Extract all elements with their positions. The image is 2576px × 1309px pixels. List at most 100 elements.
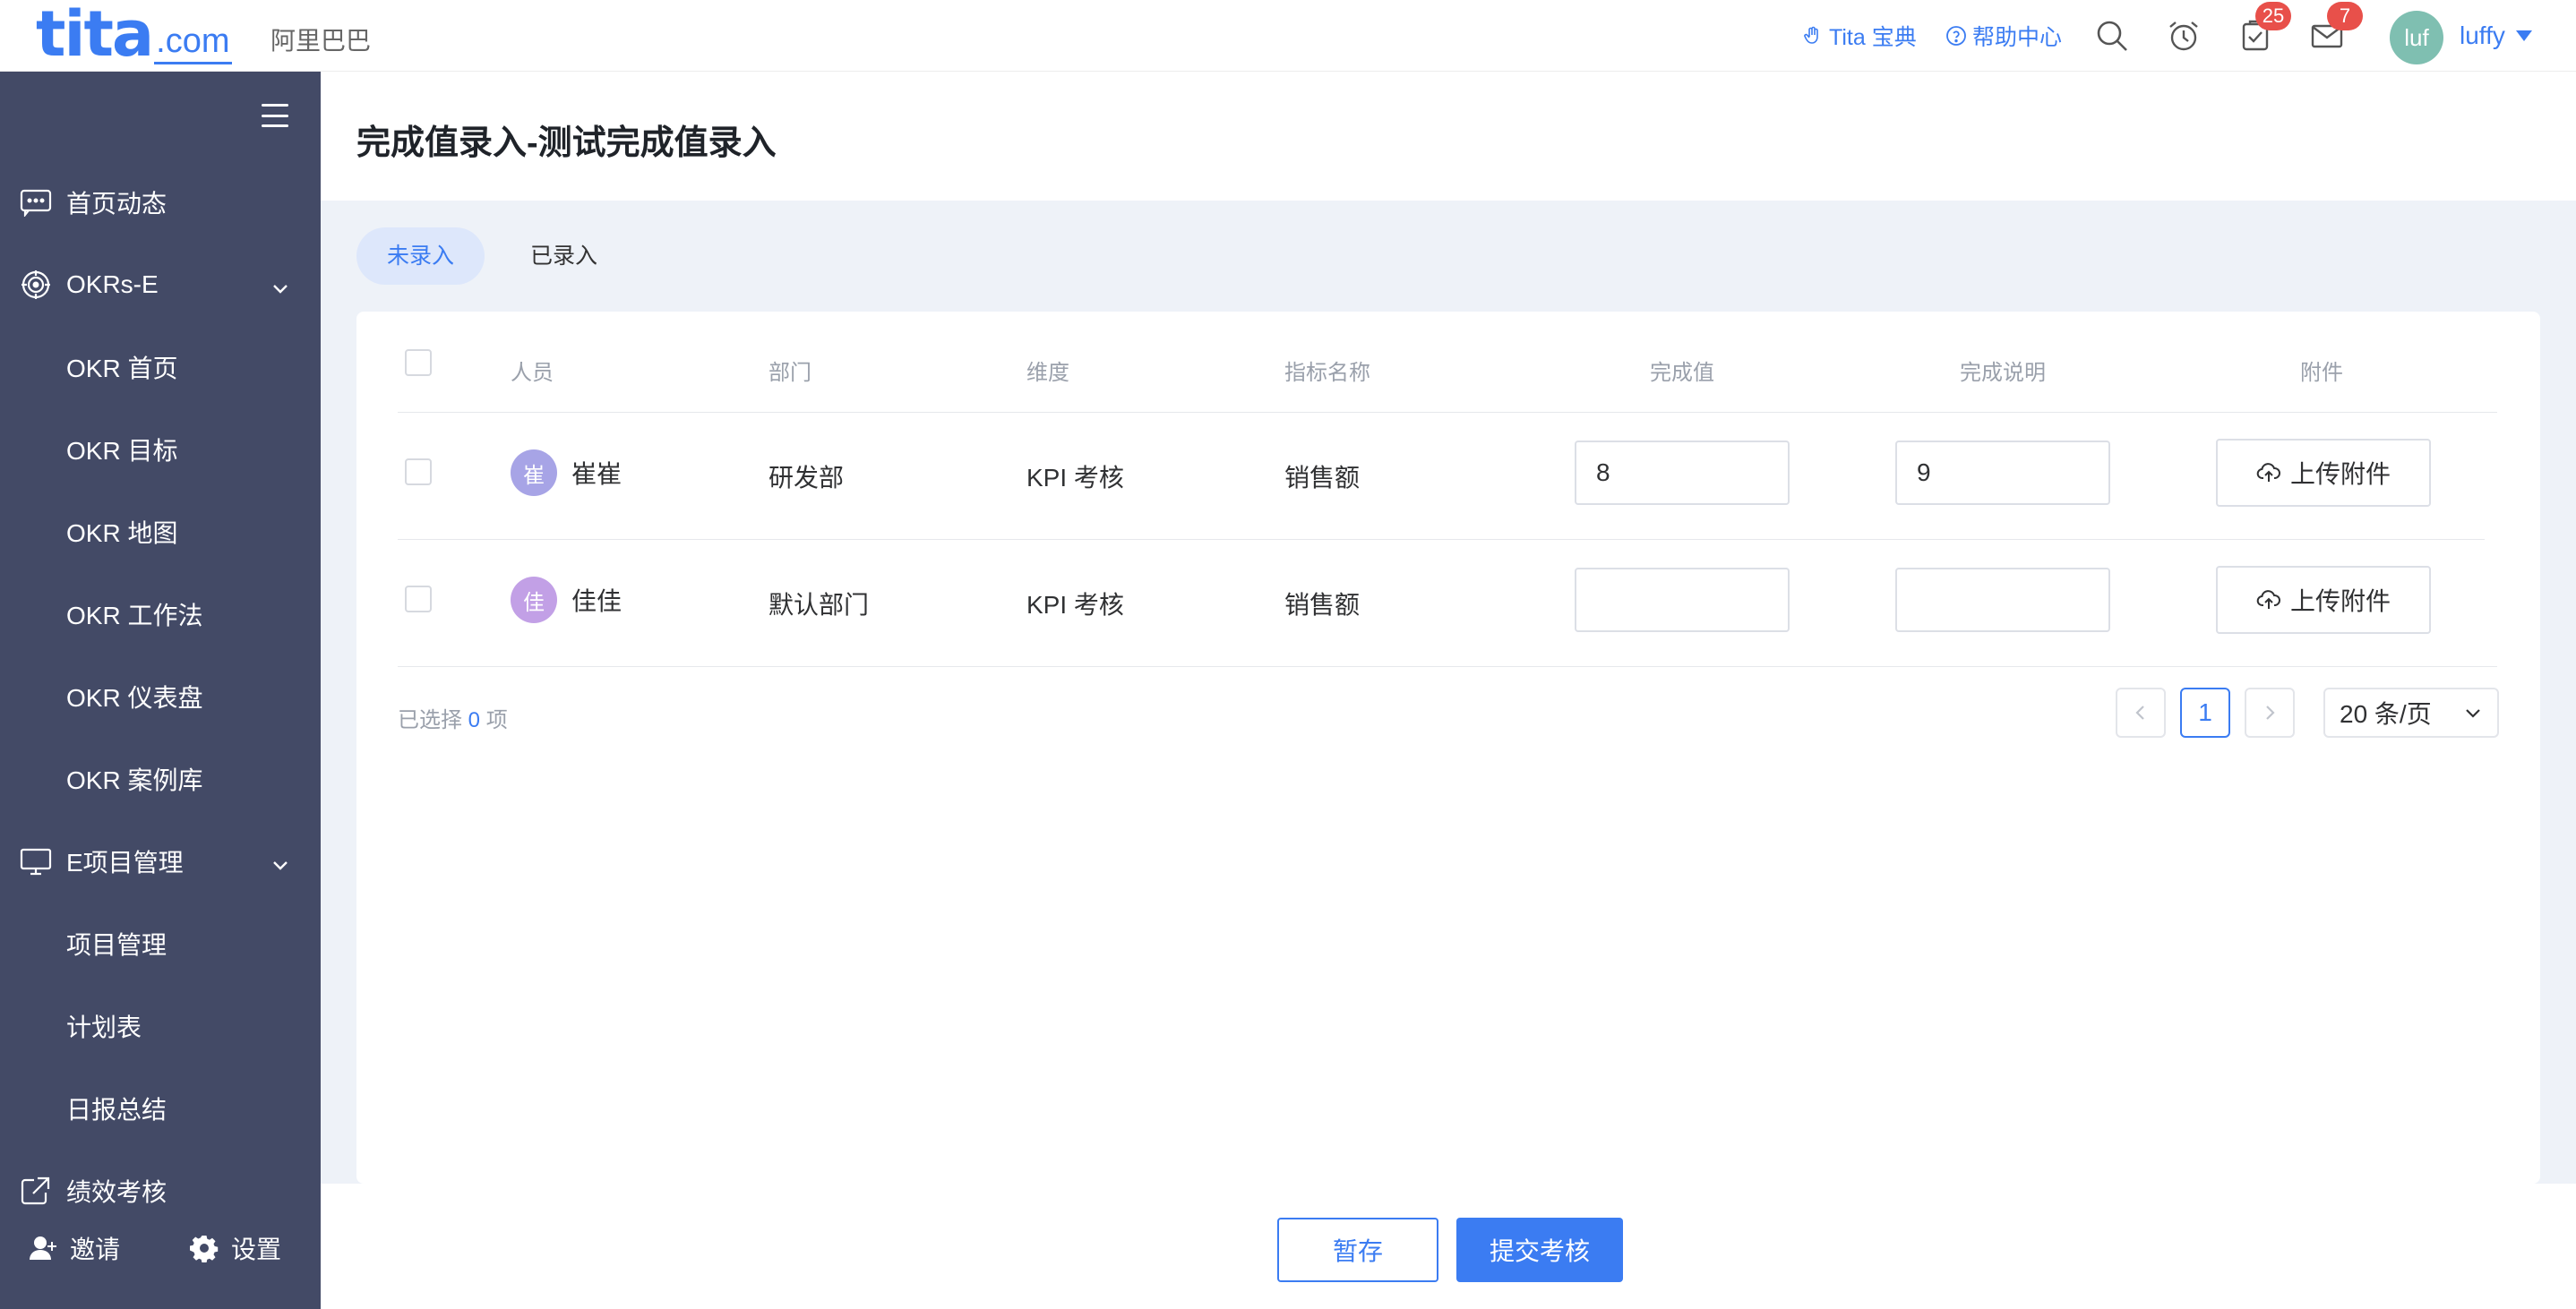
completion-note-input[interactable] — [1895, 568, 2110, 632]
tasks-button[interactable]: 25 — [2236, 2, 2291, 56]
help-center-label: 帮助中心 — [1972, 25, 2063, 50]
page-1-button[interactable]: 1 — [2180, 688, 2230, 738]
tita-logo[interactable]: tita .com — [36, 0, 232, 71]
selected-suffix: 项 — [485, 708, 508, 732]
sidebar-item-label: 绩效考核 — [66, 1178, 167, 1206]
column-header-person: 人员 — [511, 361, 554, 385]
settings-label: 设置 — [231, 1236, 282, 1263]
cloud-upload-icon — [2256, 463, 2280, 482]
company-name: 阿里巴巴 — [270, 27, 372, 55]
completion-value-input[interactable] — [1575, 568, 1790, 632]
hand-icon — [1804, 26, 1818, 44]
page-size-select[interactable]: 20 条/页 — [2323, 688, 2499, 738]
sidebar-item-okr-cases[interactable]: OKR 案例库 — [0, 752, 321, 806]
sidebar-item-okr-home[interactable]: OKR 首页 — [0, 340, 321, 394]
sidebar-item-label: OKRs-E — [66, 270, 159, 298]
upload-label: 上传附件 — [2289, 460, 2391, 488]
avatar: 佳 — [511, 577, 557, 623]
help-center-link[interactable]: 帮助中心 — [1945, 20, 2062, 52]
page-header: 完成值录入-测试完成值录入 — [321, 72, 2576, 201]
upload-attachment-button[interactable]: 上传附件 — [2216, 566, 2431, 634]
sidebar-item-label: OKR 目标 — [66, 437, 178, 465]
next-page-button[interactable] — [2245, 688, 2295, 738]
sidebar-item-label: OKR 地图 — [66, 519, 178, 547]
upload-label: 上传附件 — [2289, 587, 2391, 615]
save-draft-button[interactable]: 暂存 — [1277, 1218, 1438, 1282]
help-circle-icon — [1946, 26, 1966, 46]
tita-guide-link[interactable]: Tita 宝典 — [1802, 20, 1917, 52]
sidebar-item-okr-method[interactable]: OKR 工作法 — [0, 587, 321, 641]
settings-button[interactable]: 设置 — [190, 1230, 281, 1266]
user-menu[interactable]: luffy — [2460, 21, 2532, 50]
target-icon — [21, 270, 50, 299]
dimension-cell: KPI 考核 — [1026, 464, 1124, 492]
action-footer — [321, 1184, 2576, 1309]
user-add-icon — [30, 1236, 56, 1260]
avatar: 崔 — [511, 449, 557, 496]
submit-review-button[interactable]: 提交考核 — [1456, 1218, 1623, 1282]
person-name: 崔崔 — [571, 460, 623, 488]
prev-page-button[interactable] — [2116, 688, 2166, 738]
sidebar-item-label: OKR 工作法 — [66, 602, 203, 629]
sidebar-item-okr-goals[interactable]: OKR 目标 — [0, 423, 321, 476]
sidebar-item-label: 项目管理 — [66, 931, 167, 959]
sidebar-item-label: 日报总结 — [66, 1096, 167, 1124]
sidebar-item-e-project[interactable]: E项目管理 — [0, 834, 321, 888]
column-header-attachment: 附件 — [2300, 361, 2343, 385]
sidebar-item-home-feed[interactable]: 首页动态 — [0, 175, 321, 229]
row-checkbox[interactable] — [405, 586, 432, 612]
sidebar-item-okr-map[interactable]: OKR 地图 — [0, 505, 321, 559]
chevron-left-icon — [2135, 706, 2144, 720]
row-divider — [398, 539, 2485, 540]
invite-label: 邀请 — [70, 1236, 121, 1263]
sidebar-item-label: 计划表 — [66, 1014, 142, 1041]
upload-attachment-button[interactable]: 上传附件 — [2216, 439, 2431, 507]
reminder-button[interactable] — [2164, 16, 2203, 56]
top-bar: tita .com 阿里巴巴 Tita 宝典 帮助中心 25 7 luf luf… — [0, 0, 2576, 72]
sidebar-item-performance[interactable]: 绩效考核 — [0, 1164, 321, 1218]
selected-prefix: 已选择 — [398, 708, 462, 732]
sidebar-item-daily-report[interactable]: 日报总结 — [0, 1082, 321, 1135]
tab-not-entered[interactable]: 未录入 — [356, 227, 485, 285]
caret-down-icon — [2515, 30, 2532, 41]
entry-table-card: 人员 部门 维度 指标名称 完成值 完成说明 附件 崔 崔崔 研发部 KPI 考… — [356, 312, 2540, 1184]
completion-note-input[interactable]: 9 — [1895, 441, 2110, 505]
alarm-clock-icon — [2169, 21, 2198, 51]
sidebar-item-label: 首页动态 — [66, 190, 167, 218]
sidebar-item-okrs-e[interactable]: OKRs-E — [0, 258, 321, 312]
sidebar-item-okr-dashboard[interactable]: OKR 仪表盘 — [0, 670, 321, 723]
chevron-down-icon — [273, 861, 288, 870]
sidebar-item-label: OKR 首页 — [66, 355, 178, 382]
invite-button[interactable]: 邀请 — [29, 1230, 120, 1266]
row-checkbox[interactable] — [405, 458, 432, 485]
main-content: 完成值录入-测试完成值录入 未录入 已录入 人员 部门 维度 指标名称 完成值 … — [321, 72, 2576, 1309]
column-header-note: 完成说明 — [1960, 361, 2046, 385]
sidebar-item-project-mgmt[interactable]: 项目管理 — [0, 917, 321, 971]
sidebar-item-label: E项目管理 — [66, 849, 184, 877]
tab-entered[interactable]: 已录入 — [500, 227, 628, 285]
sidebar-footer: 邀请 设置 — [0, 1221, 321, 1275]
column-header-value: 完成值 — [1650, 361, 1714, 385]
messages-button[interactable]: 7 — [2307, 2, 2363, 56]
tasks-badge: 25 — [2255, 2, 2291, 30]
completion-value-input[interactable]: 8 — [1575, 441, 1790, 505]
search-icon — [2097, 21, 2127, 51]
metric-cell: 销售额 — [1284, 591, 1361, 619]
username-label: luffy — [2460, 21, 2505, 49]
logo-text: tita — [36, 0, 154, 71]
metric-cell: 销售额 — [1284, 464, 1361, 492]
select-all-checkbox[interactable] — [405, 349, 432, 376]
sidebar-item-label: OKR 仪表盘 — [66, 684, 203, 712]
message-icon — [20, 189, 52, 218]
search-button[interactable] — [2092, 16, 2132, 56]
dimension-cell: KPI 考核 — [1026, 591, 1124, 619]
tita-guide-label: Tita 宝典 — [1829, 25, 1917, 50]
row-divider — [398, 666, 2497, 667]
user-avatar[interactable]: luf — [2390, 11, 2443, 64]
page-title: 完成值录入-测试完成值录入 — [356, 124, 777, 162]
header-divider — [398, 412, 2497, 413]
sidebar-item-plan[interactable]: 计划表 — [0, 999, 321, 1053]
chevron-right-icon — [2266, 706, 2275, 720]
person-cell: 崔 崔崔 — [511, 449, 622, 496]
menu-toggle-icon[interactable] — [262, 104, 288, 127]
